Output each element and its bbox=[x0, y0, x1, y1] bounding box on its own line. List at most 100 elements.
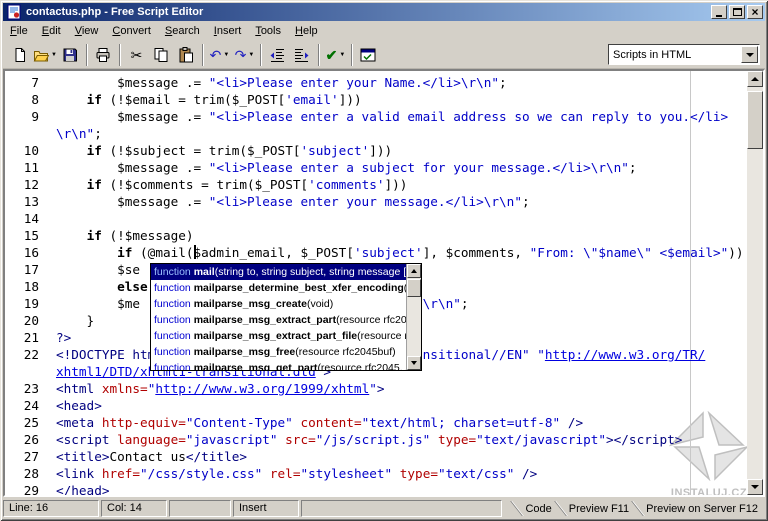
open-file-button[interactable]: ▼ bbox=[33, 44, 57, 66]
toolbar-separator bbox=[351, 44, 353, 66]
autocomplete-item[interactable]: function mailparse_msg_free(resource rfc… bbox=[151, 344, 406, 360]
arrow-up-icon bbox=[751, 77, 759, 81]
code-line: 27<title>Contact us</title> bbox=[5, 448, 747, 465]
undo-button[interactable]: ↶▼ bbox=[208, 44, 231, 66]
dropdown-arrow-icon: ▼ bbox=[248, 52, 254, 58]
language-select[interactable]: Scripts in HTML bbox=[608, 44, 760, 65]
printer-icon bbox=[95, 47, 111, 63]
indent-icon bbox=[294, 47, 310, 63]
status-line: Line: 16 bbox=[3, 500, 99, 517]
code-line: 13 $message .= "<li>Please enter your me… bbox=[5, 193, 747, 210]
autocomplete-item[interactable]: function mailparse_msg_extract_part(reso… bbox=[151, 312, 406, 328]
tab-separator bbox=[631, 501, 644, 516]
scissors-icon: ✂ bbox=[131, 47, 143, 63]
line-number: 19 bbox=[5, 295, 47, 312]
line-number: 10 bbox=[5, 142, 47, 159]
line-number: 24 bbox=[5, 397, 47, 414]
status-bar: Line: 16 Col: 14 Insert Code Preview F11 P… bbox=[3, 497, 765, 518]
code-line: 7 $message .= "<li>Please enter your Nam… bbox=[5, 74, 747, 91]
line-number: 26 bbox=[5, 431, 47, 448]
code-line: 10 if (!$subject = trim($_POST['subject'… bbox=[5, 142, 747, 159]
code-line: 8 if (!$email = trim($_POST['email'])) bbox=[5, 91, 747, 108]
scroll-up-button[interactable] bbox=[407, 264, 421, 278]
autocomplete-item[interactable]: function mailparse_determine_best_xfer_e… bbox=[151, 280, 406, 296]
code-line: 29</head> bbox=[5, 482, 747, 495]
status-col: Col: 14 bbox=[101, 500, 167, 517]
autocomplete-item[interactable]: function mail(string to, string subject,… bbox=[151, 264, 406, 280]
combo-dropdown-button[interactable] bbox=[741, 46, 758, 63]
toolbar-separator bbox=[119, 44, 121, 66]
tab-preview-f11[interactable]: Preview F11 bbox=[569, 503, 629, 515]
copy-button[interactable] bbox=[150, 44, 173, 66]
paste-button[interactable] bbox=[175, 44, 198, 66]
toolbar-separator bbox=[86, 44, 88, 66]
toolbar: ▼ ✂ ↶▼ ↷▼ ✔▼ Scrip bbox=[3, 41, 765, 69]
menu-search[interactable]: Search bbox=[158, 22, 207, 40]
status-tabs: Code Preview F11 Preview on Server F12 bbox=[508, 500, 758, 517]
scrollbar-thumb[interactable] bbox=[747, 91, 763, 149]
syntax-check-button[interactable]: ✔▼ bbox=[324, 44, 347, 66]
print-button[interactable] bbox=[92, 44, 115, 66]
cut-button[interactable]: ✂ bbox=[125, 44, 148, 66]
menubar: FileEditViewConvertSearchInsertToolsHelp bbox=[3, 21, 765, 41]
title-bar[interactable]: contactus.php - Free Script Editor × bbox=[3, 3, 765, 21]
redo-button[interactable]: ↷▼ bbox=[233, 44, 256, 66]
toolbar-separator bbox=[260, 44, 262, 66]
menu-insert[interactable]: Insert bbox=[207, 22, 249, 40]
autocomplete-scrollbar[interactable] bbox=[406, 264, 421, 370]
line-number: 16 bbox=[5, 244, 47, 261]
code-line: 23<html xmlns="http://www.w3.org/1999/xh… bbox=[5, 380, 747, 397]
indent-button[interactable] bbox=[291, 44, 314, 66]
menu-tools[interactable]: Tools bbox=[248, 22, 288, 40]
autocomplete-item[interactable]: function mailparse_msg_get_part(resource… bbox=[151, 360, 406, 370]
menu-view[interactable]: View bbox=[68, 22, 106, 40]
close-button[interactable]: × bbox=[747, 5, 763, 19]
status-insert-mode: Insert bbox=[233, 500, 299, 517]
save-button[interactable] bbox=[59, 44, 82, 66]
copy-icon bbox=[153, 47, 169, 63]
menu-convert[interactable]: Convert bbox=[105, 22, 158, 40]
line-number bbox=[5, 125, 47, 142]
line-number: 25 bbox=[5, 414, 47, 431]
code-line: 16 if (@mail($admin_email, $_POST['subje… bbox=[5, 244, 747, 261]
autocomplete-popup: function mail(string to, string subject,… bbox=[150, 263, 422, 371]
undo-arrow-icon: ↶ bbox=[210, 47, 222, 63]
autocomplete-item[interactable]: function mailparse_msg_create(void) bbox=[151, 296, 406, 312]
line-number: 7 bbox=[5, 74, 47, 91]
new-file-button[interactable] bbox=[8, 44, 31, 66]
menu-help[interactable]: Help bbox=[288, 22, 325, 40]
line-number: 23 bbox=[5, 380, 47, 397]
minimize-button[interactable] bbox=[711, 5, 727, 19]
preview-button[interactable] bbox=[357, 44, 380, 66]
code-editor[interactable]: INSTALUJ.CZ 7 $message .= "<li>Please en… bbox=[3, 69, 765, 497]
scroll-up-button[interactable] bbox=[747, 71, 763, 87]
menu-file[interactable]: File bbox=[3, 22, 35, 40]
minimize-icon bbox=[716, 15, 722, 17]
code-line: \r\n"; bbox=[5, 125, 747, 142]
dropdown-arrow-icon: ▼ bbox=[223, 52, 229, 58]
menu-edit[interactable]: Edit bbox=[35, 22, 68, 40]
tab-code[interactable]: Code bbox=[525, 503, 551, 515]
arrow-down-icon bbox=[751, 485, 759, 489]
language-select-value: Scripts in HTML bbox=[609, 49, 741, 61]
scroll-down-button[interactable] bbox=[407, 356, 421, 370]
line-number: 22 bbox=[5, 346, 47, 363]
text-caret bbox=[194, 245, 196, 259]
line-number: 15 bbox=[5, 227, 47, 244]
toolbar-separator bbox=[202, 44, 204, 66]
toolbar-separator bbox=[318, 44, 320, 66]
tab-preview-on-server-f12[interactable]: Preview on Server F12 bbox=[646, 503, 758, 515]
arrow-up-icon bbox=[411, 269, 417, 273]
close-icon: × bbox=[751, 6, 758, 18]
line-number: 29 bbox=[5, 482, 47, 495]
outdent-button[interactable] bbox=[266, 44, 289, 66]
line-number: 21 bbox=[5, 329, 47, 346]
maximize-button[interactable] bbox=[729, 5, 745, 19]
line-number: 28 bbox=[5, 465, 47, 482]
autocomplete-item[interactable]: function mailparse_msg_extract_part_file… bbox=[151, 328, 406, 344]
open-folder-icon bbox=[33, 47, 49, 63]
editor-scrollbar[interactable] bbox=[747, 71, 763, 495]
code-line: 11 $message .= "<li>Please enter a subje… bbox=[5, 159, 747, 176]
scroll-down-button[interactable] bbox=[747, 479, 763, 495]
scrollbar-thumb[interactable] bbox=[407, 279, 421, 297]
